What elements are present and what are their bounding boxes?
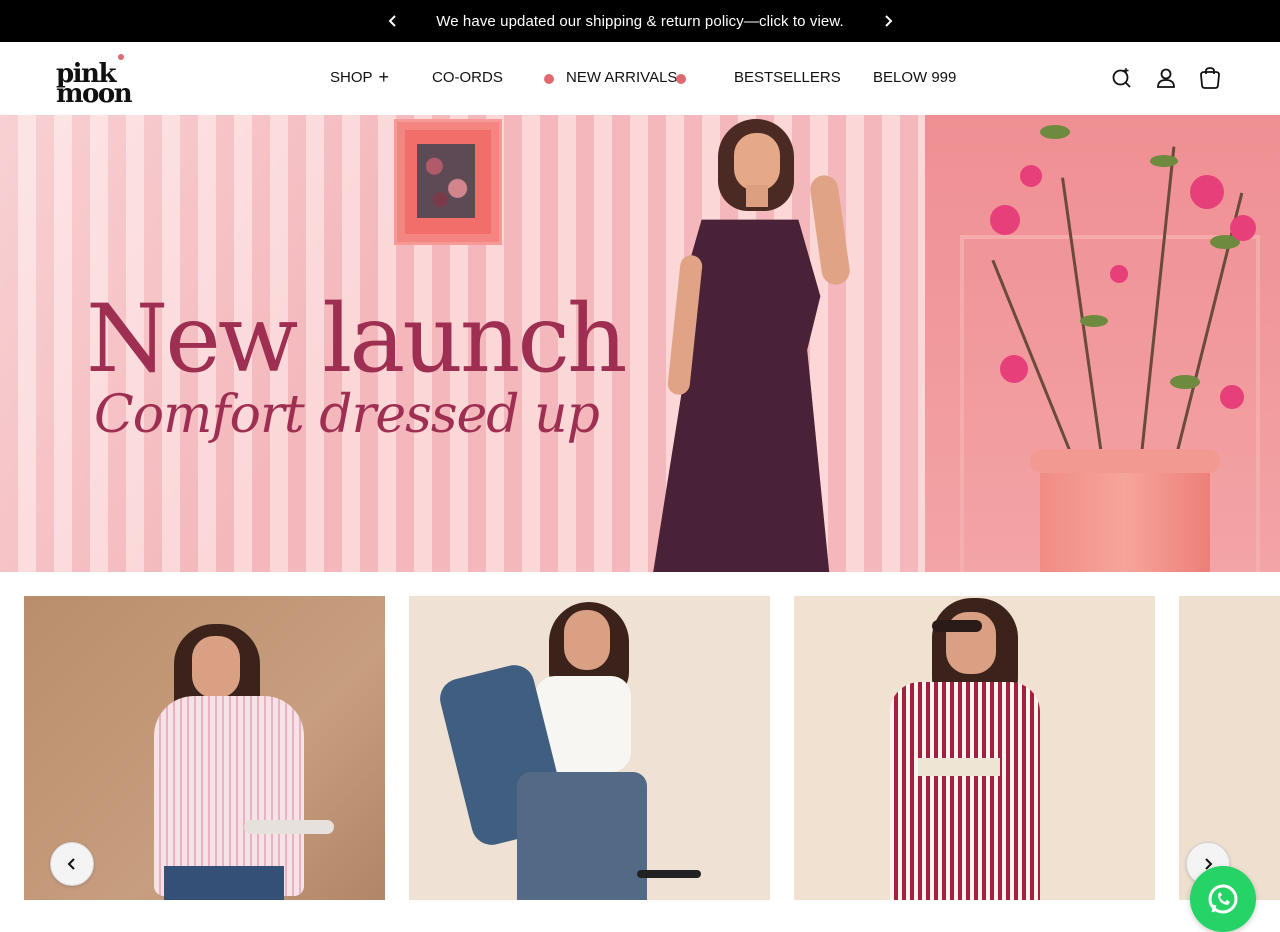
chevron-left-icon xyxy=(67,858,75,870)
nav-bestsellers-label: BESTSELLERS xyxy=(734,69,841,86)
nav-below-999-label: BELOW 999 xyxy=(873,69,957,86)
model-neck xyxy=(746,185,768,207)
new-arrivals-dot-right xyxy=(676,74,686,84)
product-model-face xyxy=(564,610,610,670)
chevron-right-icon xyxy=(885,15,893,27)
account-button[interactable] xyxy=(1154,66,1178,90)
plant-bloom xyxy=(1020,165,1042,187)
plant-bloom xyxy=(1000,355,1028,383)
belt xyxy=(918,758,1000,776)
product-model-face xyxy=(192,636,240,698)
chevron-left-icon xyxy=(388,15,396,27)
nav-new-arrivals[interactable]: NEW ARRIVALS xyxy=(566,69,677,86)
nav-shop-label: SHOP xyxy=(330,69,373,86)
sunglasses xyxy=(932,620,982,632)
announcement-link[interactable]: We have updated our shipping & return po… xyxy=(436,13,844,30)
announcement-next-button[interactable] xyxy=(879,12,897,30)
carousel-prev-button[interactable] xyxy=(50,842,94,886)
announcement-prev-button[interactable] xyxy=(384,12,402,30)
plant-leaf xyxy=(1040,125,1070,139)
new-arrivals-dot-left xyxy=(544,74,554,84)
whatsapp-chat-button[interactable] xyxy=(1190,866,1256,932)
nav-co-ords-label: CO-ORDS xyxy=(432,69,503,86)
main-nav: SHOP + CO-ORDS NEW ARRIVALS BESTSELLERS … xyxy=(0,42,1280,115)
plant-bloom xyxy=(990,205,1020,235)
product-card-3[interactable] xyxy=(794,596,1155,900)
model-face xyxy=(734,133,780,191)
product-carousel xyxy=(0,572,1280,900)
denim-pants xyxy=(517,772,647,900)
plant-leaf xyxy=(1080,315,1108,327)
account-icon xyxy=(1157,68,1175,88)
hero-banner[interactable]: New launch Comfort dressed up xyxy=(0,115,1280,572)
side-table xyxy=(637,870,701,878)
search-icon xyxy=(1112,68,1131,88)
striped-dress xyxy=(890,682,1040,900)
plant-bloom xyxy=(1110,265,1128,283)
nav-co-ords[interactable]: CO-ORDS xyxy=(432,69,503,86)
product-card-2[interactable] xyxy=(409,596,770,900)
cart-button[interactable] xyxy=(1198,66,1222,90)
hero-model xyxy=(630,115,880,572)
plant-pot-rim xyxy=(1030,449,1220,473)
plant-bloom xyxy=(1230,215,1256,241)
nav-new-arrivals-label: NEW ARRIVALS xyxy=(566,69,678,86)
plant-bloom xyxy=(1220,385,1244,409)
announcement-bar: We have updated our shipping & return po… xyxy=(0,0,1280,42)
plant-leaf xyxy=(1150,155,1178,167)
hero-subline: Comfort dressed up xyxy=(94,385,600,445)
nav-bestsellers[interactable]: BESTSELLERS xyxy=(734,69,841,86)
picture-frame xyxy=(394,119,502,245)
plus-icon: + xyxy=(378,67,390,87)
plant-bloom xyxy=(1190,175,1224,209)
search-button[interactable] xyxy=(1110,66,1134,90)
whatsapp-icon xyxy=(1208,884,1238,914)
model-arm-right xyxy=(808,173,852,287)
nav-shop[interactable]: SHOP + xyxy=(330,67,390,87)
plant-leaf xyxy=(1170,375,1200,389)
jeans xyxy=(164,866,284,900)
frame-artwork xyxy=(417,144,475,218)
nav-below-999[interactable]: BELOW 999 xyxy=(873,69,956,86)
hero-headline: New launch xyxy=(86,285,628,394)
stool xyxy=(244,820,334,834)
cart-icon xyxy=(1200,67,1220,89)
site-header: pink moon SHOP + CO-ORDS NEW ARRIVALS BE… xyxy=(0,42,1280,115)
